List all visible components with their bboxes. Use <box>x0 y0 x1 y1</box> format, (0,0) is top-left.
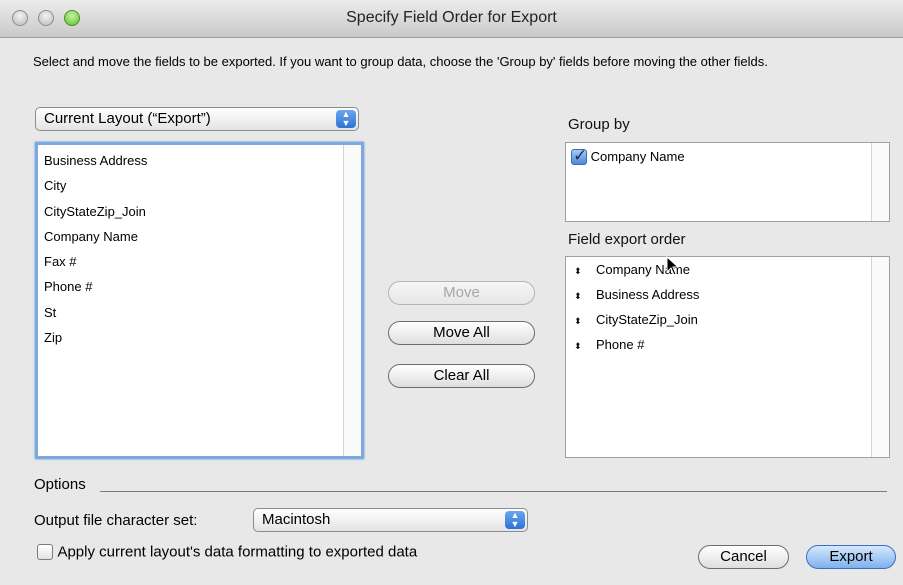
charset-select-value: Macintosh <box>262 511 331 528</box>
options-divider <box>100 491 887 492</box>
list-item[interactable]: ⬍ Company Name <box>566 257 889 282</box>
list-item[interactable]: ⬍ CityStateZip_Join <box>566 307 889 332</box>
instructions-text: Select and move the fields to be exporte… <box>33 54 768 69</box>
group-by-checkbox[interactable]: ✓ <box>571 145 588 165</box>
list-item[interactable]: ⬍ Business Address <box>566 282 889 307</box>
field-export-order-list[interactable]: ⬍ Company Name ⬍ Business Address ⬍ CitySta… <box>565 256 890 458</box>
clear-all-button[interactable]: Clear All <box>388 364 535 388</box>
window-title: Specify Field Order for Export <box>346 9 557 26</box>
drag-handle-icon[interactable]: ⬍ <box>574 309 596 334</box>
checkmark-icon: ✓ <box>573 145 588 165</box>
move-button[interactable]: Move <box>388 281 535 305</box>
list-item[interactable]: City <box>38 173 361 198</box>
scrollbar[interactable] <box>871 257 889 457</box>
cancel-button[interactable]: Cancel <box>698 545 789 569</box>
move-all-button[interactable]: Move All <box>388 321 535 345</box>
list-item[interactable]: St <box>38 300 361 325</box>
export-item-label: Phone # <box>596 337 645 352</box>
available-fields-list[interactable]: Business Address City CityStateZip_Join … <box>35 142 364 459</box>
list-item[interactable]: Phone # <box>38 274 361 299</box>
select-arrows-icon: ▲ ▼ <box>336 110 356 128</box>
title-bar: Specify Field Order for Export <box>0 0 903 38</box>
list-item[interactable]: ⬍ Phone # <box>566 332 889 357</box>
charset-label: Output file character set: <box>34 512 198 529</box>
list-item[interactable]: Business Address <box>38 148 361 173</box>
group-by-list[interactable]: ✓ Company Name <box>565 142 890 222</box>
apply-formatting-label: Apply current layout's data formatting t… <box>57 543 418 561</box>
mouse-cursor-icon <box>666 256 680 276</box>
list-item[interactable]: CityStateZip_Join <box>38 199 361 224</box>
export-item-label: Business Address <box>596 287 700 302</box>
export-button[interactable]: Export <box>806 545 896 569</box>
apply-formatting-checkbox[interactable] <box>37 543 53 560</box>
drag-handle-icon[interactable]: ⬍ <box>574 284 596 309</box>
drag-handle-icon[interactable]: ⬍ <box>574 334 596 359</box>
drag-handle-icon[interactable]: ⬍ <box>574 259 596 284</box>
group-by-item[interactable]: ✓ Company Name <box>566 143 889 165</box>
layout-select-value: Current Layout (“Export”) <box>44 110 211 127</box>
field-export-order-heading: Field export order <box>568 231 686 248</box>
export-item-label: CityStateZip_Join <box>596 312 698 327</box>
options-heading: Options <box>34 476 86 493</box>
select-arrows-icon: ▲ ▼ <box>505 511 525 529</box>
group-by-item-label: Company Name <box>590 149 685 165</box>
charset-select[interactable]: Macintosh ▲ ▼ <box>253 508 528 532</box>
scrollbar[interactable] <box>343 145 361 456</box>
list-item[interactable]: Company Name <box>38 224 361 249</box>
list-item[interactable]: Zip <box>38 325 361 350</box>
apply-formatting-option[interactable]: Apply current layout's data formatting t… <box>37 543 417 561</box>
dialog-content: Select and move the fields to be exporte… <box>0 38 903 585</box>
scrollbar[interactable] <box>871 143 889 221</box>
layout-select[interactable]: Current Layout (“Export”) ▲ ▼ <box>35 107 359 131</box>
list-item[interactable]: Fax # <box>38 249 361 274</box>
group-by-heading: Group by <box>568 116 630 133</box>
